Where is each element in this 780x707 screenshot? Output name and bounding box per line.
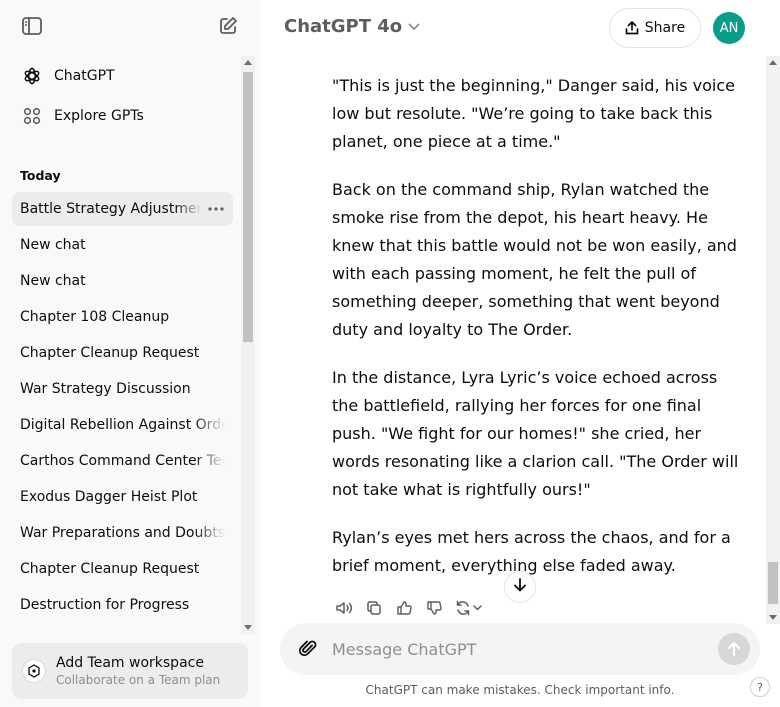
grid-icon (20, 104, 44, 128)
chevron-down-icon (408, 23, 420, 31)
copy-icon[interactable] (362, 596, 386, 620)
history-item[interactable]: Chapter Cleanup Request (12, 552, 233, 586)
history-item-title: New chat (20, 237, 86, 253)
sidebar: ChatGPT Explore GPTs Today Battle Strate… (0, 0, 260, 707)
arrow-down-icon (512, 577, 528, 597)
message-paragraph: Back on the command ship, Rylan watched … (332, 180, 737, 339)
history-item-title: Exodus Dagger Heist Plot (20, 489, 198, 505)
scroll-up-arrow[interactable] (244, 60, 252, 65)
scroll-down-arrow[interactable] (244, 625, 252, 630)
add-team-workspace-button[interactable]: Add Team workspace Collaborate on a Team… (12, 643, 248, 699)
history-item[interactable]: Destruction for Progress (12, 588, 233, 622)
section-label-today: Today (20, 168, 61, 183)
history-item[interactable]: New chat (12, 228, 233, 262)
team-workspace-title: Add Team workspace (56, 655, 204, 671)
message-paragraph: In the distance, Lyra Lyric’s voice echo… (332, 368, 739, 499)
assistant-message: "This is just the beginning," Danger sai… (332, 72, 744, 600)
team-workspace-subtitle: Collaborate on a Team plan (56, 673, 221, 687)
history-item[interactable]: Exodus Dagger Heist Plot (12, 480, 233, 514)
read-aloud-icon[interactable] (332, 596, 356, 620)
history-item[interactable]: Battle Strategy Adjustments (12, 192, 233, 226)
sidebar-header (0, 0, 260, 56)
share-icon (625, 20, 639, 36)
nav-label: Explore GPTs (54, 108, 144, 124)
history-item[interactable]: War Strategy Discussion (12, 372, 233, 406)
thumbs-up-icon[interactable] (392, 596, 416, 620)
message-input[interactable] (332, 638, 702, 660)
history-item[interactable]: Chapter Cleanup Request (12, 336, 233, 370)
scroll-up-arrow[interactable] (769, 60, 777, 65)
sidebar-toggle-icon (21, 15, 43, 41)
model-name: ChatGPT 4o (284, 16, 403, 37)
message-paragraph: "This is just the beginning," Danger sai… (332, 76, 735, 151)
openai-logo-icon (20, 64, 44, 88)
new-chat-button[interactable] (210, 10, 246, 46)
history-item-title: War Strategy Discussion (20, 381, 191, 397)
model-selector[interactable]: ChatGPT 4o (284, 16, 420, 37)
sidebar-toggle-button[interactable] (14, 10, 50, 46)
message-actions (332, 596, 496, 620)
sidebar-scroll-area: ChatGPT Explore GPTs Today Battle Strate… (0, 56, 240, 634)
send-button[interactable] (718, 633, 750, 665)
message-paragraph: Rylan’s eyes met hers across the chaos, … (332, 528, 731, 575)
main-panel: ChatGPT 4o Share AN "This is just the be… (260, 0, 780, 707)
share-button[interactable]: Share (609, 8, 701, 48)
history-item-title: Chapter 108 Cleanup (20, 309, 170, 325)
history-item-title: Chapter Cleanup Request (20, 561, 200, 577)
nav-explore-gpts[interactable]: Explore GPTs (12, 98, 234, 134)
help-button[interactable]: ? (750, 677, 770, 697)
scrollbar-thumb[interactable] (243, 72, 253, 342)
scrollbar-thumb[interactable] (768, 562, 778, 604)
scroll-to-bottom-button[interactable] (504, 571, 536, 603)
nav-chatgpt[interactable]: ChatGPT (12, 58, 234, 94)
history-item[interactable]: New chat (12, 264, 233, 298)
history-item-title: Carthos Command Center Tech (20, 453, 225, 469)
more-options-icon[interactable] (207, 200, 225, 218)
compose-icon (217, 15, 239, 41)
history-item-title: Digital Rebellion Against Order (20, 417, 225, 433)
sidebar-scrollbar[interactable] (241, 56, 255, 634)
history-item-title: War Preparations and Doubts (20, 525, 225, 541)
thumbs-down-icon[interactable] (422, 596, 446, 620)
disclaimer-text: ChatGPT can make mistakes. Check importa… (365, 683, 675, 697)
team-workspace-icon (22, 659, 46, 683)
history-item[interactable]: Digital Rebellion Against Order (12, 408, 233, 442)
history-item-title: Destruction for Progress (20, 597, 190, 613)
avatar[interactable]: AN (713, 12, 745, 44)
history-item[interactable]: War Preparations and Doubts (12, 516, 233, 550)
paperclip-icon[interactable] (296, 637, 320, 661)
history-item[interactable]: Chapter 108 Cleanup (12, 300, 233, 334)
scroll-down-arrow[interactable] (769, 615, 777, 620)
regenerate-icon[interactable] (452, 596, 490, 620)
message-composer (280, 623, 760, 675)
main-scrollbar[interactable] (766, 56, 780, 624)
history-item-title: New chat (20, 273, 86, 289)
nav-label: ChatGPT (54, 68, 115, 84)
history-item-title: Battle Strategy Adjustments (20, 201, 202, 217)
share-label: Share (644, 20, 686, 36)
history-item-title: Chapter Cleanup Request (20, 345, 200, 361)
history-item[interactable]: Carthos Command Center Tech (12, 444, 233, 478)
